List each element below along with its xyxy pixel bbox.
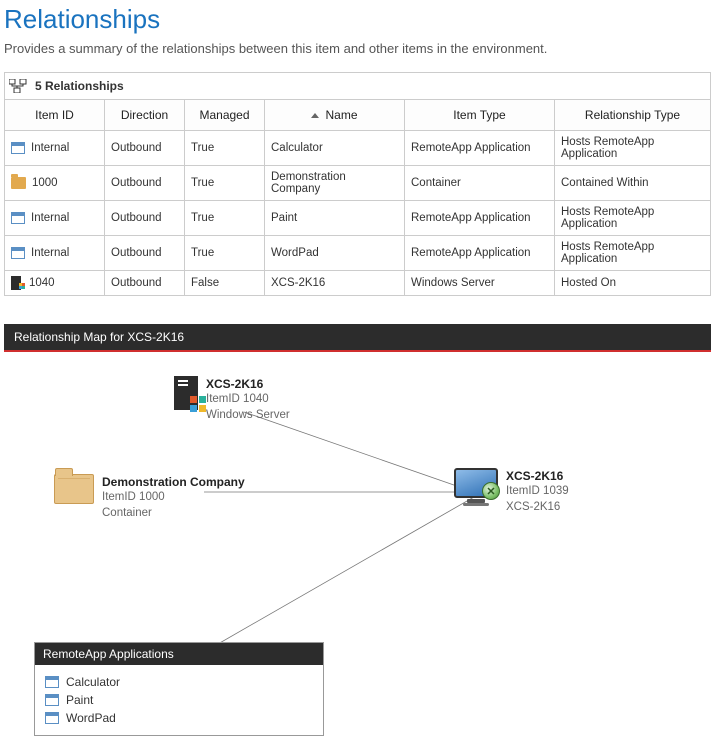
cell-item-type: RemoteApp Application <box>405 131 555 166</box>
remoteapp-box-header: RemoteApp Applications <box>35 643 323 665</box>
map-node-type: Container <box>102 506 245 522</box>
cell-direction: Outbound <box>105 236 185 271</box>
app-icon <box>45 712 59 724</box>
cell-direction: Outbound <box>105 166 185 201</box>
map-node-id: ItemID 1039 <box>506 484 569 500</box>
cell-item-type: RemoteApp Application <box>405 236 555 271</box>
cell-relationship-type: Hosts RemoteApp Application <box>555 131 711 166</box>
relationship-map: Relationship Map for XCS-2K16 XCS-2K16 I… <box>4 324 711 752</box>
map-node-id: ItemID 1040 <box>206 392 290 408</box>
cell-direction: Outbound <box>105 201 185 236</box>
cell-item-type: Windows Server <box>405 271 555 296</box>
cell-managed: True <box>185 236 265 271</box>
page-subtitle: Provides a summary of the relationships … <box>4 41 711 56</box>
relationship-count-bar: 5 Relationships <box>4 72 711 99</box>
map-node-name: Demonstration Company <box>102 474 245 490</box>
table-row[interactable]: Internal OutboundTrueCalculatorRemoteApp … <box>5 131 711 166</box>
map-header: Relationship Map for XCS-2K16 <box>4 324 711 352</box>
folder-icon <box>54 474 94 504</box>
remote-desktop-icon: ✕ <box>454 468 498 504</box>
table-header-row: Item ID Direction Managed Name Item Type… <box>5 100 711 131</box>
cell-managed: True <box>185 166 265 201</box>
col-item-type[interactable]: Item Type <box>405 100 555 131</box>
map-node-center[interactable]: ✕ XCS-2K16 ItemID 1039 XCS-2K16 <box>454 468 569 515</box>
cell-item-type: RemoteApp Application <box>405 201 555 236</box>
cell-item-id: Internal <box>31 142 69 154</box>
cell-item-id: Internal <box>31 247 69 259</box>
cell-direction: Outbound <box>105 271 185 296</box>
cell-managed: True <box>185 201 265 236</box>
map-node-folder[interactable]: Demonstration Company ItemID 1000 Contai… <box>54 474 245 521</box>
cell-name: WordPad <box>265 236 405 271</box>
cell-relationship-type: Contained Within <box>555 166 711 201</box>
col-item-id[interactable]: Item ID <box>5 100 105 131</box>
folder-icon <box>11 177 26 189</box>
cell-relationship-type: Hosts RemoteApp Application <box>555 236 711 271</box>
cell-name: XCS-2K16 <box>265 271 405 296</box>
col-name[interactable]: Name <box>265 100 405 131</box>
remoteapp-item[interactable]: WordPad <box>45 709 313 727</box>
remoteapp-item-label: Paint <box>66 693 93 707</box>
relationship-icon <box>9 79 27 93</box>
remoteapp-item[interactable]: Paint <box>45 691 313 709</box>
cell-direction: Outbound <box>105 131 185 166</box>
cell-item-id: 1000 <box>32 177 58 189</box>
cell-managed: True <box>185 131 265 166</box>
map-node-name: XCS-2K16 <box>506 468 569 484</box>
table-row[interactable]: Internal OutboundTruePaintRemoteApp Appli… <box>5 201 711 236</box>
map-node-server[interactable]: XCS-2K16 ItemID 1040 Windows Server <box>174 376 290 423</box>
col-managed[interactable]: Managed <box>185 100 265 131</box>
table-row[interactable]: 1000OutboundTrueDemonstration CompanyCon… <box>5 166 711 201</box>
cell-name: Paint <box>265 201 405 236</box>
cell-name: Demonstration Company <box>265 166 405 201</box>
col-direction[interactable]: Direction <box>105 100 185 131</box>
map-node-type: Windows Server <box>206 408 290 424</box>
col-relationship-type[interactable]: Relationship Type <box>555 100 711 131</box>
cell-item-id: Internal <box>31 212 69 224</box>
app-icon <box>11 142 25 154</box>
cell-item-id: 1040 <box>29 277 55 289</box>
table-row[interactable]: Internal OutboundTrueWordPadRemoteApp App… <box>5 236 711 271</box>
page-title: Relationships <box>4 4 711 35</box>
server-icon <box>11 276 21 290</box>
remoteapp-item-label: Calculator <box>66 675 120 689</box>
table-row[interactable]: 1040 OutboundFalseXCS-2K16Windows ServerH… <box>5 271 711 296</box>
map-node-name: XCS-2K16 <box>206 376 290 392</box>
cell-name: Calculator <box>265 131 405 166</box>
sort-asc-icon <box>311 113 319 118</box>
cell-relationship-type: Hosted On <box>555 271 711 296</box>
cell-managed: False <box>185 271 265 296</box>
map-node-type: XCS-2K16 <box>506 500 569 516</box>
app-icon <box>11 212 25 224</box>
map-node-id: ItemID 1000 <box>102 490 245 506</box>
remoteapp-item[interactable]: Calculator <box>45 673 313 691</box>
remoteapp-item-label: WordPad <box>66 711 116 725</box>
cell-item-type: Container <box>405 166 555 201</box>
app-icon <box>45 694 59 706</box>
relationship-count-label: 5 Relationships <box>35 79 124 93</box>
app-icon <box>45 676 59 688</box>
remoteapp-box[interactable]: RemoteApp Applications Calculator Paint Wo… <box>34 642 324 736</box>
app-icon <box>11 247 25 259</box>
cell-relationship-type: Hosts RemoteApp Application <box>555 201 711 236</box>
map-canvas[interactable]: XCS-2K16 ItemID 1040 Windows Server Demo… <box>4 352 711 752</box>
server-icon <box>174 376 198 410</box>
relationships-table: Item ID Direction Managed Name Item Type… <box>4 99 711 296</box>
